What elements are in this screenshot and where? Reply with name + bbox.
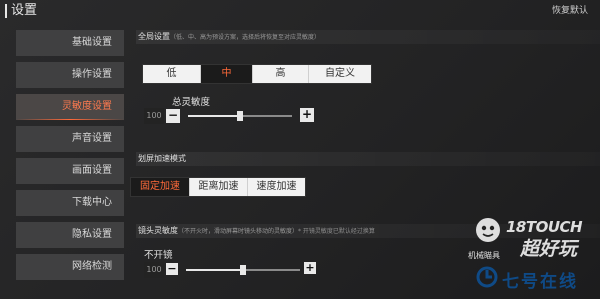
restore-default-button[interactable]: 恢复默认 xyxy=(548,1,592,18)
sidebar-item-network[interactable]: 网络检测 xyxy=(16,254,124,280)
total-sensitivity-slider[interactable] xyxy=(188,111,292,121)
page-title: 设置 xyxy=(5,4,37,18)
total-sensitivity-value: 100 xyxy=(144,108,164,124)
total-sensitivity-fill xyxy=(188,115,240,117)
watermark: 18TOUCH 超好玩 七号在线 xyxy=(470,212,594,294)
sidebar-item-graphics[interactable]: 画面设置 xyxy=(16,158,124,184)
watermark-site: 七号在线 xyxy=(502,272,578,292)
no-scope-value: 100 xyxy=(144,262,164,278)
no-scope-minus-button[interactable]: − xyxy=(166,263,178,275)
sidebar-item-privacy[interactable]: 隐私设置 xyxy=(16,222,124,248)
preset-high-option[interactable]: 高 xyxy=(253,65,309,83)
sidebar-item-sound[interactable]: 声音设置 xyxy=(16,126,124,152)
total-sensitivity-minus-button[interactable]: − xyxy=(166,109,180,123)
no-scope-label: 不开镜 xyxy=(144,250,173,261)
accel-fixed-option[interactable]: 固定加速 xyxy=(131,178,190,196)
top-bar: 设置 恢复默认 xyxy=(0,0,600,22)
global-preset-hint: （低、中、高为预设方案，选择后将恢复至对应灵敏度） xyxy=(170,34,321,41)
scroll-accel-header: 划屏加速模式 xyxy=(136,152,600,166)
total-sensitivity-plus-button[interactable]: + xyxy=(300,108,314,122)
total-sensitivity-thumb[interactable] xyxy=(237,111,243,121)
lens-sensitivity-note: * 开镜灵敏度已默认经过换算 xyxy=(298,228,375,235)
lens-sensitivity-title: 镜头灵敏度 xyxy=(138,226,178,235)
global-preset-title: 全局设置 xyxy=(138,32,170,41)
site-logo-icon xyxy=(476,266,498,288)
sidebar-item-basic[interactable]: 基础设置 xyxy=(16,30,124,56)
no-scope-thumb[interactable] xyxy=(240,265,246,275)
preset-medium-option[interactable]: 中 xyxy=(201,65,253,83)
global-preset-header: 全局设置（低、中、高为预设方案，选择后将恢复至对应灵敏度） xyxy=(136,30,600,44)
total-sensitivity-label: 总灵敏度 xyxy=(172,97,211,108)
scroll-accel-title: 划屏加速模式 xyxy=(138,154,186,163)
no-scope-plus-button[interactable]: + xyxy=(304,262,316,274)
scroll-accel-segmented-control: 固定加速 距离加速 速度加速 xyxy=(130,177,306,197)
no-scope-slider[interactable] xyxy=(186,265,300,275)
preset-low-option[interactable]: 低 xyxy=(143,65,201,83)
lens-sensitivity-hint: （不开火时，滑动屏幕时镜头移动的灵敏度） xyxy=(178,228,299,235)
mascot-logo xyxy=(476,218,500,242)
preset-segmented-control: 低 中 高 自定义 xyxy=(142,64,372,84)
accel-distance-option[interactable]: 距离加速 xyxy=(190,178,248,196)
preset-custom-option[interactable]: 自定义 xyxy=(309,65,371,83)
accel-speed-option[interactable]: 速度加速 xyxy=(248,178,305,196)
watermark-brand-cn: 超好玩 xyxy=(520,238,578,260)
sidebar-item-sensitivity[interactable]: 灵敏度设置 xyxy=(16,94,124,120)
sidebar-item-download[interactable]: 下载中心 xyxy=(16,190,124,216)
sidebar-item-controls[interactable]: 操作设置 xyxy=(16,62,124,88)
global-preset-panel: 全局设置（低、中、高为预设方案，选择后将恢复至对应灵敏度） 低 中 高 自定义 … xyxy=(136,30,600,140)
no-scope-fill xyxy=(186,269,243,271)
